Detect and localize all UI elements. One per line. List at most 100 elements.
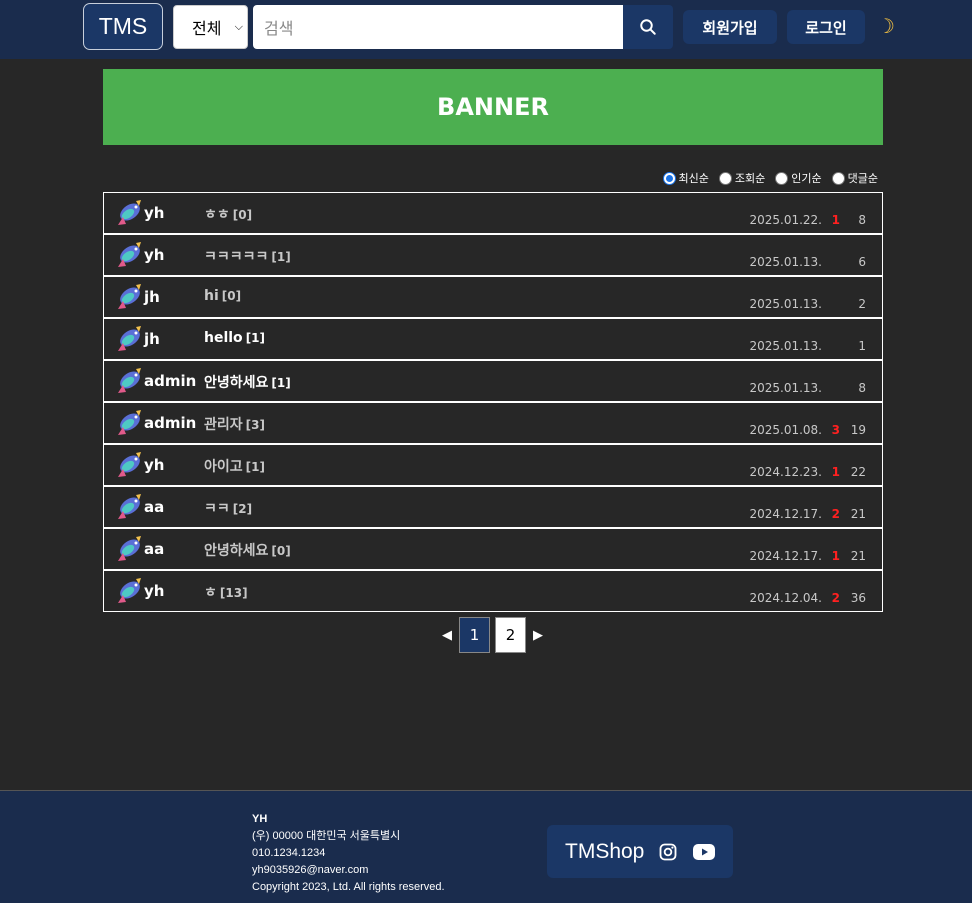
post-title-text[interactable]: 안녕하세요 — [204, 375, 268, 391]
avatar-fish-icon — [118, 536, 141, 561]
post-title-text[interactable]: ㅎㅎ — [204, 207, 230, 223]
post-row[interactable]: admin 관리자 [3] 2025.01.08. 3 19 — [103, 402, 883, 444]
footer-info: YH (우) 00000 대한민국 서울특별시 010.1234.1234 yh… — [252, 811, 445, 896]
post-title[interactable]: ㅎ [13] — [204, 582, 248, 602]
footer: YH (우) 00000 대한민국 서울특별시 010.1234.1234 yh… — [0, 790, 972, 903]
post-row[interactable]: jh hi [0] 2025.01.13. 2 — [103, 276, 883, 318]
post-date: 2024.12.23. — [749, 465, 822, 479]
post-row[interactable]: yh 아이고 [1] 2024.12.23. 1 22 — [103, 444, 883, 486]
post-author[interactable]: yh — [144, 204, 164, 222]
footer-address: (우) 00000 대한민국 서울특별시 — [252, 830, 401, 842]
post-author[interactable]: yh — [144, 246, 164, 264]
sort-label: 인기순 — [791, 172, 822, 185]
logo-button[interactable]: TMS — [83, 3, 163, 50]
post-title[interactable]: 관리자 [3] — [204, 414, 265, 434]
header: TMS 전체 ⌵ 검색 회원가입 로그인 ☽ — [0, 0, 972, 59]
post-author[interactable]: yh — [144, 582, 164, 600]
page-2[interactable]: 2 — [495, 617, 526, 653]
post-date: 2025.01.22. — [749, 213, 822, 227]
search-scope-value: 전체 — [192, 19, 222, 38]
post-row[interactable]: yh ㅎ [13] 2024.12.04. 2 36 — [103, 570, 883, 612]
post-title-text[interactable]: 안녕하세요 — [204, 543, 268, 559]
instagram-icon[interactable] — [658, 842, 678, 862]
pagination: ◀ 1 2 ▶ — [440, 617, 545, 653]
radio[interactable] — [718, 171, 732, 185]
post-views: 1 — [858, 339, 866, 353]
sort-label: 댓글순 — [847, 172, 878, 185]
avatar-fish-icon — [118, 410, 141, 435]
post-author[interactable]: yh — [144, 456, 164, 474]
post-row[interactable]: admin 안녕하세요 [1] 2025.01.13. 8 — [103, 360, 883, 402]
sort-option-comments[interactable]: 댓글순 — [831, 170, 878, 186]
chevron-down-icon: ⌵ — [234, 20, 243, 33]
post-title-text[interactable]: hello — [204, 330, 243, 346]
sort-option-views[interactable]: 조회순 — [718, 170, 766, 186]
post-row[interactable]: aa ㅋㅋ [2] 2024.12.17. 2 21 — [103, 486, 883, 528]
post-date: 2024.12.17. — [749, 549, 822, 563]
login-button[interactable]: 로그인 — [787, 10, 865, 44]
post-title[interactable]: ㅎㅎ [0] — [204, 204, 252, 224]
post-title[interactable]: ㅋㅋㅋㅋㅋ [1] — [204, 246, 291, 266]
post-date: 2025.01.13. — [749, 381, 822, 395]
post-comment-count: [1] — [271, 376, 291, 390]
avatar-fish-icon — [118, 200, 141, 225]
post-author[interactable]: aa — [144, 498, 164, 516]
post-views: 19 — [850, 423, 866, 437]
post-title-text[interactable]: ㅎ — [204, 585, 217, 601]
moon-icon: ☽ — [877, 14, 895, 38]
post-author[interactable]: admin — [144, 372, 196, 390]
avatar-fish-icon — [118, 284, 141, 309]
post-title[interactable]: hello [1] — [204, 330, 265, 346]
post-title-text[interactable]: hi — [204, 288, 219, 304]
avatar-fish-icon — [118, 368, 141, 393]
sort-options: 최신순 조회순 인기순 댓글순 — [662, 170, 878, 186]
post-comment-count: [3] — [245, 418, 265, 432]
post-comment-count: [2] — [232, 502, 253, 516]
post-author[interactable]: admin — [144, 414, 196, 432]
prev-page-icon[interactable]: ◀ — [440, 617, 454, 653]
post-title[interactable]: 안녕하세요 [0] — [204, 540, 291, 560]
sort-label: 조회순 — [734, 172, 766, 185]
post-views: 22 — [850, 465, 866, 479]
post-comment-count: [0] — [221, 289, 242, 303]
post-author[interactable]: aa — [144, 540, 164, 558]
post-likes: 2 — [831, 591, 840, 605]
sort-option-latest[interactable]: 최신순 — [662, 170, 709, 186]
sort-option-popular[interactable]: 인기순 — [775, 170, 822, 186]
search-scope-select[interactable]: 전체 ⌵ — [173, 5, 248, 49]
post-row[interactable]: yh ㅎㅎ [0] 2025.01.22. 1 8 — [103, 192, 883, 234]
post-title[interactable]: hi [0] — [204, 288, 241, 304]
page-1[interactable]: 1 — [459, 617, 490, 653]
post-title-text[interactable]: ㅋㅋ — [204, 501, 230, 517]
post-title-text[interactable]: 관리자 — [204, 417, 243, 433]
search-button[interactable] — [623, 5, 673, 49]
post-title-text[interactable]: 아이고 — [204, 459, 243, 475]
post-row[interactable]: jh hello [1] 2025.01.13. 1 — [103, 318, 883, 360]
post-likes: 1 — [831, 465, 840, 479]
dark-mode-toggle[interactable]: ☽ — [877, 16, 895, 36]
post-author[interactable]: jh — [144, 330, 160, 348]
radio[interactable] — [775, 171, 789, 185]
youtube-icon[interactable] — [692, 842, 716, 862]
post-author[interactable]: jh — [144, 288, 160, 306]
post-row[interactable]: yh ㅋㅋㅋㅋㅋ [1] 2025.01.13. 6 — [103, 234, 883, 276]
post-title[interactable]: 안녕하세요 [1] — [204, 372, 291, 392]
post-row[interactable]: aa 안녕하세요 [0] 2024.12.17. 1 21 — [103, 528, 883, 570]
search-input[interactable]: 검색 — [253, 5, 623, 49]
next-page-icon[interactable]: ▶ — [531, 617, 545, 653]
post-likes: 2 — [831, 507, 840, 521]
post-title-text[interactable]: ㅋㅋㅋㅋㅋ — [204, 249, 268, 265]
signup-button[interactable]: 회원가입 — [683, 10, 777, 44]
post-title[interactable]: 아이고 [1] — [204, 456, 265, 476]
post-date: 2025.01.08. — [749, 423, 822, 437]
banner: BANNER — [103, 69, 883, 145]
post-title[interactable]: ㅋㅋ [2] — [204, 498, 252, 518]
radio[interactable] — [831, 171, 845, 185]
footer-brand: TMShop — [547, 825, 733, 878]
post-comment-count: [0] — [232, 208, 253, 222]
post-views: 8 — [858, 381, 866, 395]
footer-phone: 010.1234.1234 — [252, 847, 326, 859]
radio-selected[interactable] — [662, 171, 676, 185]
avatar-fish-icon — [118, 452, 141, 477]
avatar-fish-icon — [118, 494, 141, 519]
